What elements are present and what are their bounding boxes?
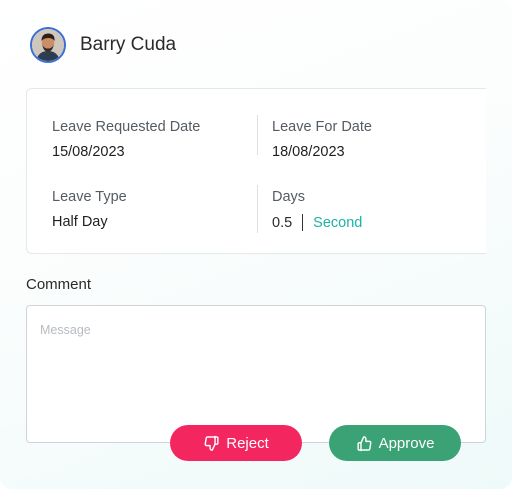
leave-requested-date-value: 15/08/2023: [52, 144, 125, 160]
leave-type-label: Leave Type: [52, 189, 127, 205]
reject-button-label: Reject: [226, 434, 269, 452]
avatar: [30, 27, 66, 63]
thumbs-down-icon: [204, 435, 219, 451]
days-value: 0.5: [272, 214, 293, 231]
leave-request-card: Barry Cuda Leave Requested Date 15/08/20…: [0, 0, 512, 489]
employee-name: Barry Cuda: [80, 34, 177, 55]
approve-button[interactable]: Approve: [329, 425, 461, 461]
approve-button-label: Approve: [378, 434, 435, 452]
half-day-session: Second: [313, 214, 363, 231]
comment-label: Comment: [26, 276, 92, 293]
leave-for-date-value: 18/08/2023: [272, 144, 345, 160]
column-divider: [257, 185, 258, 233]
days-label: Days: [272, 189, 306, 205]
comment-message-input[interactable]: [26, 305, 486, 443]
days-value-row: 0.5 Second: [272, 214, 362, 231]
column-divider: [257, 115, 258, 155]
thumbs-up-icon: [356, 435, 372, 451]
leave-requested-date-label: Leave Requested Date: [52, 119, 201, 135]
leave-type-value: Half Day: [52, 214, 108, 230]
employee-header: Barry Cuda: [30, 27, 176, 63]
reject-button[interactable]: Reject: [170, 425, 302, 461]
days-separator: [302, 214, 304, 231]
leave-for-date-label: Leave For Date: [272, 119, 372, 135]
avatar-photo-icon: [32, 29, 64, 61]
leave-details-box: Leave Requested Date 15/08/2023 Leave Fo…: [26, 88, 486, 254]
